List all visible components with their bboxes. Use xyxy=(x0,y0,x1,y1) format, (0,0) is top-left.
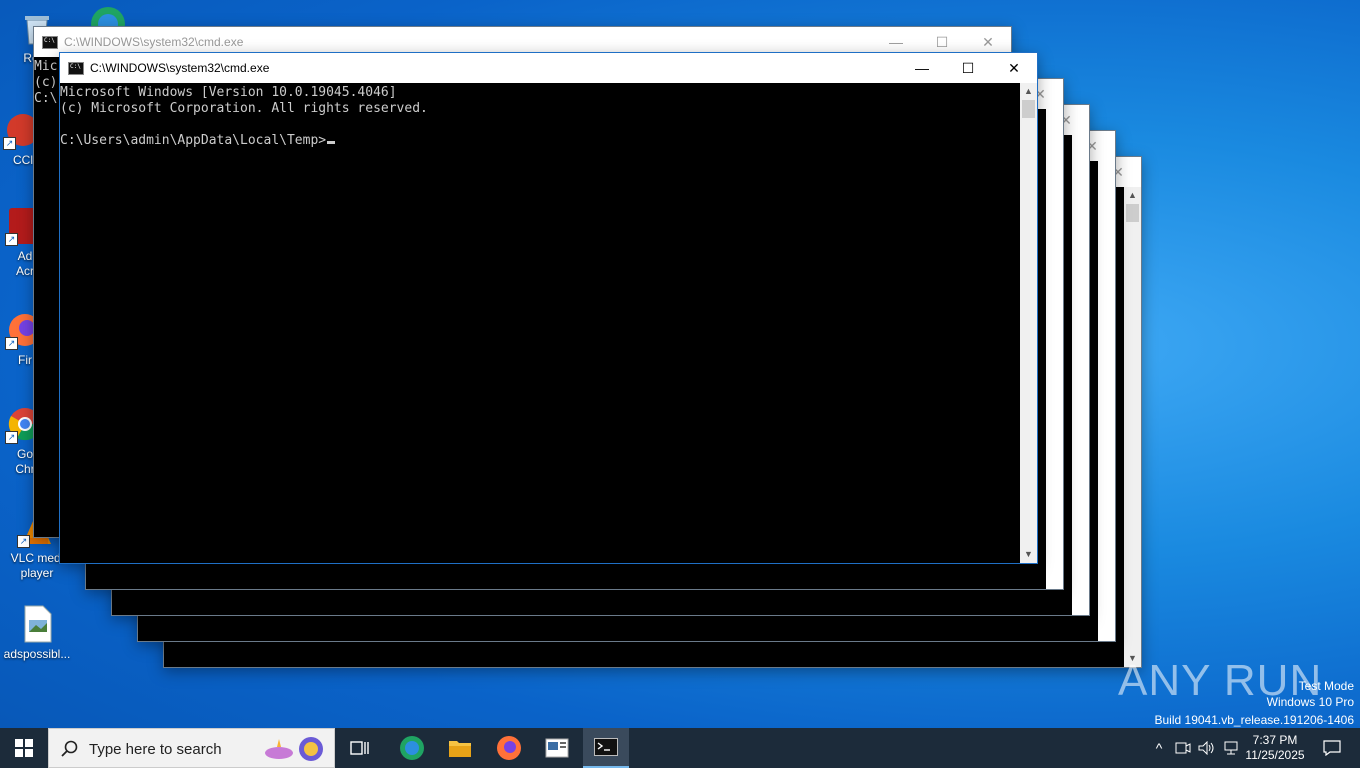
scroll-up-arrow-icon[interactable]: ▲ xyxy=(1124,187,1141,204)
desktop-icon-label: CCl xyxy=(13,153,33,167)
maximize-button[interactable]: ☐ xyxy=(945,53,991,83)
image-file-icon xyxy=(17,604,57,644)
window-title: C:\WINDOWS\system32\cmd.exe xyxy=(90,61,270,75)
network-icon xyxy=(1224,741,1238,755)
taskbar-cmd-active[interactable] xyxy=(583,728,629,768)
desktop-icon-label: adspossibl... xyxy=(3,647,71,661)
desktop-icon-label: Go Chr xyxy=(15,447,35,476)
desktop-icon-label: Fir xyxy=(18,353,32,367)
desktop: Recy ↗ CCl ↗ Ad Acr ↗ Fir ↗ Go Chr xyxy=(0,0,1360,728)
shortcut-arrow-icon: ↗ xyxy=(17,535,30,548)
vertical-scrollbar[interactable]: ▲ ▼ xyxy=(1124,187,1141,667)
build-label: Build 19041.vb_release.191206-1406 xyxy=(1154,713,1355,727)
console-prompt-line[interactable]: C:\Users\admin\AppData\Local\Temp> xyxy=(60,133,1020,149)
action-center-button[interactable] xyxy=(1312,728,1352,768)
text-cursor xyxy=(327,141,336,144)
taskbar-search-box[interactable]: Type here to search xyxy=(48,728,335,768)
scroll-thumb[interactable] xyxy=(1022,100,1035,118)
shortcut-arrow-icon: ↗ xyxy=(5,431,18,444)
show-hidden-icons-button[interactable]: ^ xyxy=(1150,728,1168,768)
cmd-icon xyxy=(42,36,58,49)
speaker-icon xyxy=(1198,741,1214,755)
chevron-up-icon: ^ xyxy=(1155,740,1163,756)
window-title: C:\WINDOWS\system32\cmd.exe xyxy=(64,35,244,49)
shortcut-arrow-icon: ↗ xyxy=(3,137,16,150)
minimize-button[interactable]: — xyxy=(899,53,945,83)
shortcut-arrow-icon: ↗ xyxy=(5,233,18,246)
cmd-window-active[interactable]: C:\WINDOWS\system32\cmd.exe — ☐ ✕ Micros… xyxy=(59,52,1038,564)
app-window-icon xyxy=(545,738,569,758)
tray-network[interactable] xyxy=(1220,728,1242,768)
window-titlebar[interactable]: C:\WINDOWS\system32\cmd.exe — ☐ ✕ xyxy=(60,53,1037,83)
taskbar-file-explorer[interactable] xyxy=(438,728,482,768)
cmd-icon xyxy=(594,738,618,756)
taskbar-app-window[interactable] xyxy=(535,728,579,768)
taskbar-edge[interactable] xyxy=(390,728,434,768)
tray-meet-now[interactable] xyxy=(1172,728,1194,768)
scroll-up-arrow-icon[interactable]: ▲ xyxy=(1020,83,1037,100)
clock-time: 7:37 PM xyxy=(1252,733,1298,747)
console-line: (c) Microsoft Corporation. All rights re… xyxy=(60,101,428,116)
desktop-icon-adspossible[interactable]: adspossibl... xyxy=(0,604,74,662)
vertical-scrollbar[interactable]: ▲ ▼ xyxy=(1020,83,1037,563)
clock-date: 11/25/2025 xyxy=(1245,748,1305,762)
taskbar: Type here to search ^ 7:37 PM 11/25/2025 xyxy=(0,728,1360,768)
task-view-button[interactable] xyxy=(340,728,380,768)
desktop-icon-label: VLC medi player xyxy=(10,551,64,580)
scroll-thumb[interactable] xyxy=(1126,204,1139,222)
console-line: Microsoft Windows [Version 10.0.19045.40… xyxy=(60,85,397,100)
shortcut-arrow-icon: ↗ xyxy=(5,337,18,350)
search-highlight-icon xyxy=(265,737,323,761)
tray-volume[interactable] xyxy=(1196,728,1218,768)
console-output[interactable]: Microsoft Windows [Version 10.0.19045.40… xyxy=(60,83,1020,563)
test-mode-label: Test Mode xyxy=(1298,679,1354,693)
tray-clock[interactable]: 7:37 PM 11/25/2025 xyxy=(1244,728,1306,768)
scroll-down-arrow-icon[interactable]: ▼ xyxy=(1020,546,1037,563)
notification-icon xyxy=(1323,740,1341,756)
console-prompt: C:\Users\admin\AppData\Local\Temp> xyxy=(60,133,327,148)
search-placeholder: Type here to search xyxy=(89,741,222,758)
taskbar-firefox[interactable] xyxy=(487,728,531,768)
cmd-icon xyxy=(68,62,84,75)
task-view-icon xyxy=(350,741,369,755)
start-button[interactable] xyxy=(0,728,48,768)
windows-logo-icon xyxy=(15,739,33,757)
close-button[interactable]: ✕ xyxy=(991,53,1037,83)
device-icon xyxy=(1175,742,1191,754)
firefox-icon xyxy=(497,736,521,760)
desktop-icon-label: Ad Acr xyxy=(16,249,34,278)
edge-icon xyxy=(400,736,424,760)
windows-edition-label: Windows 10 Pro xyxy=(1266,695,1354,709)
folder-icon xyxy=(449,741,471,757)
search-icon xyxy=(61,740,78,757)
